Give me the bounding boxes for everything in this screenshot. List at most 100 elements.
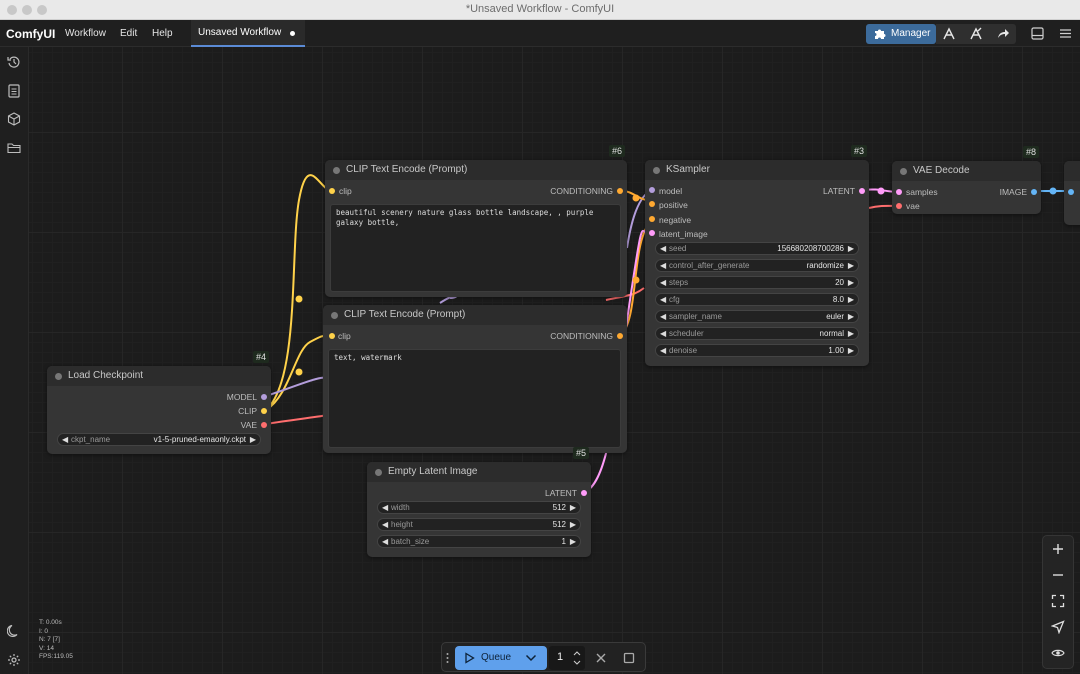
- increment-arrow[interactable]: ▶: [848, 244, 854, 253]
- share-icon[interactable]: [996, 27, 1010, 41]
- widget-ckpt-name[interactable]: ◀ ckpt_name v1-5-pruned-emaonly.ckpt ▶: [57, 433, 261, 446]
- unload-models-icon[interactable]: [942, 27, 956, 41]
- increment-arrow[interactable]: ▶: [848, 346, 854, 355]
- bottom-panel-icon[interactable]: [1031, 27, 1044, 40]
- increment-arrow[interactable]: ▶: [848, 329, 854, 338]
- input-slot-clip[interactable]: [329, 333, 335, 339]
- widget-cfg[interactable]: ◀ cfg 8.0 ▶: [655, 293, 859, 306]
- decrement-arrow[interactable]: ◀: [660, 261, 666, 270]
- input-slot-samples[interactable]: [896, 189, 902, 195]
- node-collapse-toggle[interactable]: [55, 373, 62, 380]
- widget-scheduler[interactable]: ◀ scheduler normal ▶: [655, 327, 859, 340]
- widget-sampler-name[interactable]: ◀ sampler_name euler ▶: [655, 310, 859, 323]
- input-slot-latent-image[interactable]: [649, 230, 655, 236]
- widget-control-after-generate[interactable]: ◀ control_after_generate randomize ▶: [655, 259, 859, 272]
- toggle-links-visibility-icon[interactable]: [1051, 646, 1065, 660]
- hamburger-menu-icon[interactable]: [1059, 27, 1072, 40]
- fit-view-icon[interactable]: [1051, 594, 1065, 608]
- decrement-arrow[interactable]: ◀: [62, 435, 68, 444]
- queue-button[interactable]: Queue: [455, 646, 547, 670]
- node-collapse-toggle[interactable]: [900, 168, 907, 175]
- node-clip-text-encode-positive[interactable]: #6 CLIP Text Encode (Prompt) clip CONDIT…: [325, 145, 627, 297]
- stop-icon[interactable]: [623, 652, 635, 664]
- widget-width[interactable]: ◀ width 512 ▶: [377, 501, 581, 514]
- increment-arrow[interactable]: ▶: [848, 312, 854, 321]
- increment-arrow[interactable]: ▶: [848, 261, 854, 270]
- node-load-checkpoint[interactable]: #4 Load Checkpoint MODEL CLIP VAE ◀ ckpt…: [47, 351, 271, 454]
- select-pointer-icon[interactable]: [1051, 620, 1065, 634]
- output-slot-conditioning[interactable]: [617, 333, 623, 339]
- node-collapse-toggle[interactable]: [331, 312, 338, 319]
- queue-list-icon[interactable]: [7, 84, 21, 98]
- node-empty-latent-image[interactable]: #5 Empty Latent Image LATENT ◀ width 512…: [367, 447, 591, 557]
- output-slot-latent[interactable]: [859, 188, 865, 194]
- node-header[interactable]: CLIP Text Encode (Prompt): [323, 305, 627, 325]
- widget-batch-size[interactable]: ◀ batch_size 1 ▶: [377, 535, 581, 548]
- decrement-arrow[interactable]: ◀: [382, 537, 388, 546]
- input-slot-model[interactable]: [649, 187, 655, 193]
- increment-arrow[interactable]: ▶: [570, 537, 576, 546]
- input-slot-images[interactable]: [1068, 189, 1074, 195]
- node-header[interactable]: Load Checkpoint: [47, 366, 271, 386]
- output-slot-conditioning[interactable]: [617, 188, 623, 194]
- prompt-textarea[interactable]: beautiful scenery nature glass bottle la…: [330, 204, 621, 292]
- output-slot-vae[interactable]: [261, 422, 267, 428]
- widget-height[interactable]: ◀ height 512 ▶: [377, 518, 581, 531]
- node-ksampler[interactable]: #3 KSampler model positive negative late…: [645, 145, 869, 366]
- node-header[interactable]: Empty Latent Image: [367, 462, 591, 482]
- widget-steps[interactable]: ◀ steps 20 ▶: [655, 276, 859, 289]
- node-header[interactable]: [1064, 161, 1080, 181]
- node-header[interactable]: KSampler: [645, 160, 869, 180]
- output-slot-model[interactable]: [261, 394, 267, 400]
- zoom-in-icon[interactable]: [1051, 542, 1065, 556]
- workflow-tab[interactable]: Unsaved Workflow: [191, 20, 305, 47]
- output-slot-latent[interactable]: [581, 490, 587, 496]
- output-slot-image[interactable]: [1031, 189, 1037, 195]
- output-slot-clip[interactable]: [261, 408, 267, 414]
- widget-denoise[interactable]: ◀ denoise 1.00 ▶: [655, 344, 859, 357]
- increment-arrow[interactable]: ▶: [848, 278, 854, 287]
- cancel-run-icon[interactable]: [595, 652, 607, 664]
- decrement-arrow[interactable]: ◀: [382, 520, 388, 529]
- increment-arrow[interactable]: ▶: [570, 503, 576, 512]
- decrement-arrow[interactable]: ◀: [660, 312, 666, 321]
- node-collapse-toggle[interactable]: [333, 167, 340, 174]
- node-collapse-toggle[interactable]: [653, 167, 660, 174]
- input-slot-positive[interactable]: [649, 201, 655, 207]
- node-collapse-toggle[interactable]: [375, 469, 382, 476]
- prompt-textarea[interactable]: text, watermark: [328, 349, 621, 448]
- chevron-down-icon[interactable]: [525, 654, 537, 662]
- increment-arrow[interactable]: ▶: [848, 295, 854, 304]
- widget-seed[interactable]: ◀ seed 156680208700286 ▶: [655, 242, 859, 255]
- node-save-image-partial[interactable]: [1064, 161, 1080, 225]
- node-clip-text-encode-negative[interactable]: CLIP Text Encode (Prompt) clip CONDITION…: [323, 305, 627, 453]
- node-vae-decode[interactable]: #8 VAE Decode samples vae IMAGE: [892, 146, 1041, 214]
- settings-icon[interactable]: [7, 653, 21, 667]
- model-library-icon[interactable]: [7, 112, 21, 126]
- history-icon[interactable]: [7, 55, 21, 69]
- decrement-arrow[interactable]: ◀: [660, 295, 666, 304]
- decrement-arrow[interactable]: ◀: [660, 346, 666, 355]
- node-header[interactable]: CLIP Text Encode (Prompt): [325, 160, 627, 180]
- stepper-icon[interactable]: [573, 649, 581, 667]
- increment-arrow[interactable]: ▶: [250, 435, 256, 444]
- menu-edit[interactable]: Edit: [120, 28, 137, 39]
- drag-handle-icon[interactable]: [445, 651, 450, 665]
- decrement-arrow[interactable]: ◀: [660, 329, 666, 338]
- batch-count-input[interactable]: 1: [549, 646, 585, 670]
- decrement-arrow[interactable]: ◀: [660, 244, 666, 253]
- free-memory-icon[interactable]: [969, 27, 983, 41]
- increment-arrow[interactable]: ▶: [570, 520, 576, 529]
- zoom-out-icon[interactable]: [1051, 568, 1065, 582]
- input-slot-vae[interactable]: [896, 203, 902, 209]
- input-slot-negative[interactable]: [649, 216, 655, 222]
- folder-icon[interactable]: [7, 141, 21, 155]
- manager-button[interactable]: Manager: [866, 24, 936, 44]
- node-header[interactable]: VAE Decode: [892, 161, 1041, 181]
- theme-toggle-icon[interactable]: [7, 624, 21, 638]
- decrement-arrow[interactable]: ◀: [382, 503, 388, 512]
- menu-help[interactable]: Help: [152, 28, 173, 39]
- input-slot-clip[interactable]: [329, 188, 335, 194]
- menu-workflow[interactable]: Workflow: [65, 28, 106, 39]
- decrement-arrow[interactable]: ◀: [660, 278, 666, 287]
